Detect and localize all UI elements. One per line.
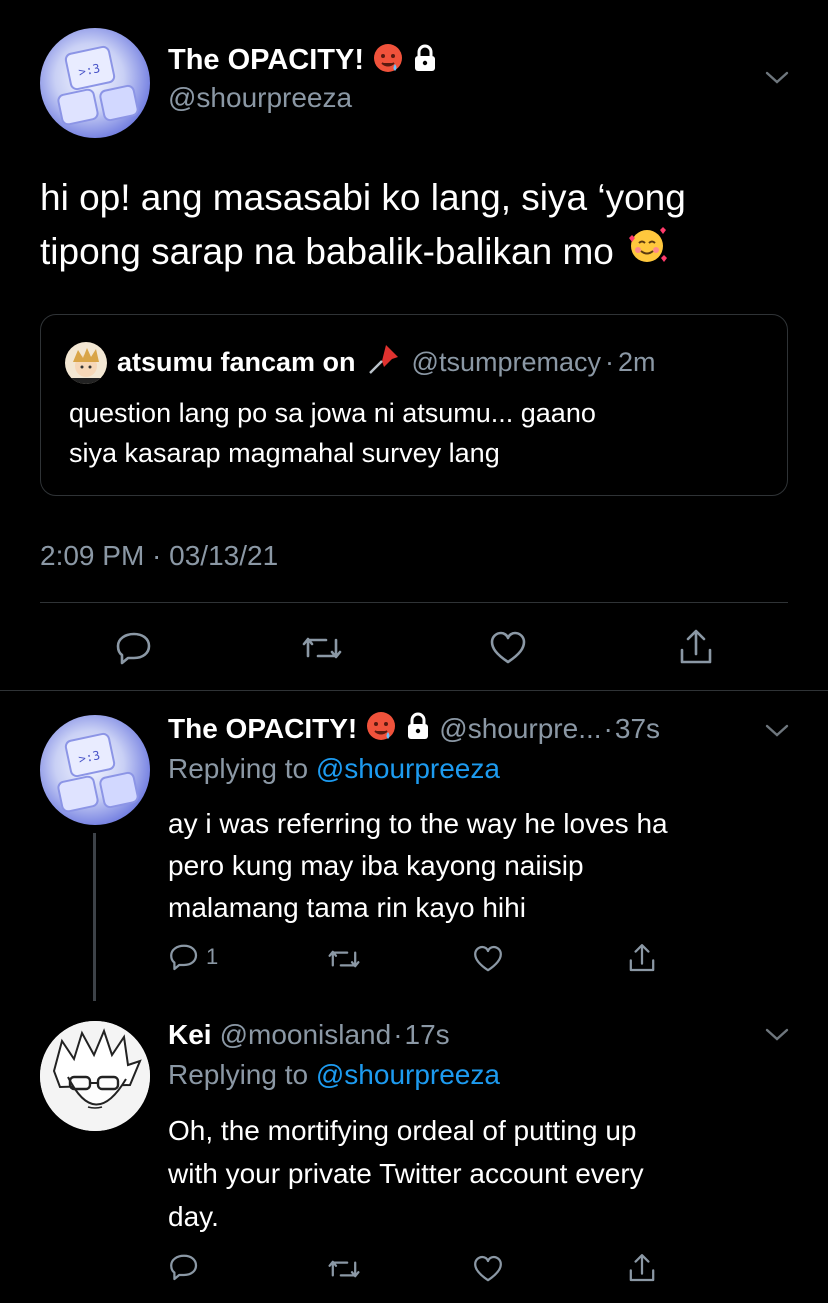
replying-to: Replying to @shourpreeza (168, 1059, 500, 1091)
quoted-tweet[interactable]: atsumu fancam on @tsumpremacy · 2m quest… (40, 314, 788, 496)
like-icon[interactable] (472, 943, 504, 975)
reply-header: Kei @moonisland · 17s (168, 1015, 450, 1055)
reply-tweet: >:3 The OPACITY! @shourpre... · 37s Repl… (0, 691, 828, 1001)
retweet-icon[interactable] (300, 628, 344, 668)
reply-tweet: Kei @moonisland · 17s Replying to @shour… (0, 1001, 828, 1303)
reply-handle[interactable]: @moonisland (220, 1019, 392, 1051)
lock-icon (405, 712, 431, 747)
author-name-row: The OPACITY! (168, 40, 438, 80)
like-icon[interactable] (472, 1253, 504, 1285)
replying-to-label: Replying to (168, 1059, 309, 1090)
tweet-timestamp[interactable]: 2:09 PM · 03/13/21 (40, 540, 278, 572)
tweet-text: hi op! ang masasabi ko lang, siya ‘yong … (40, 172, 800, 280)
tweet-text-line: hi op! ang masasabi ko lang, siya ‘yong (40, 177, 686, 218)
reply-display-name[interactable]: Kei (168, 1019, 212, 1051)
reply-text-line: with your private Twitter account every (168, 1158, 644, 1189)
retweet-icon[interactable] (326, 1253, 362, 1285)
quoted-handle[interactable]: @tsumpremacy (412, 347, 601, 378)
quoted-display-name[interactable]: atsumu fancam on (117, 347, 356, 378)
reply-icon[interactable] (168, 941, 200, 973)
reply-time: 17s (404, 1019, 450, 1050)
reply-text: Oh, the mortifying ordeal of putting up … (168, 1109, 644, 1238)
share-icon[interactable] (626, 1251, 658, 1285)
like-icon[interactable] (488, 628, 528, 668)
separator-dot: · (605, 347, 614, 377)
reply-header: The OPACITY! @shourpre... · 37s (168, 709, 660, 749)
reply-display-name[interactable]: The OPACITY! (168, 713, 357, 745)
quoted-time: 2m (618, 347, 656, 377)
quoted-avatar (65, 341, 107, 384)
reply-text-line: day. (168, 1201, 219, 1232)
pushpin-emoji (366, 341, 402, 384)
quoted-text: question lang po sa jowa ni atsumu... ga… (69, 393, 596, 473)
reply-text-line: ay i was referring to the way he loves h… (168, 808, 668, 839)
main-tweet: >:3 The OPACITY! @shourpreeza hi op! ang… (0, 0, 828, 690)
reply-handle[interactable]: @shourpre... (439, 713, 601, 745)
hot-face-emoji (372, 42, 404, 79)
reply-count: 1 (206, 944, 219, 969)
reply-avatar[interactable] (40, 1021, 150, 1131)
reply-time: 37s (614, 713, 661, 744)
share-icon[interactable] (626, 941, 658, 975)
chevron-down-icon[interactable] (764, 721, 790, 741)
reply-icon[interactable] (168, 1251, 200, 1283)
reply-text: ay i was referring to the way he loves h… (168, 803, 668, 929)
replying-to-handle[interactable]: @shourpreeza (316, 1059, 500, 1090)
thread-line (93, 833, 96, 1001)
reply-avatar[interactable]: >:3 (40, 715, 150, 825)
share-icon[interactable] (676, 626, 716, 668)
reply-action[interactable]: 1 (168, 941, 218, 973)
keyboard-avatar-image: >:3 (57, 732, 139, 813)
replying-to-label: Replying to (168, 753, 309, 784)
separator-dot: · (393, 1019, 403, 1050)
replying-to: Replying to @shourpreeza (168, 753, 500, 785)
keyboard-avatar-image: >:3 (57, 45, 139, 126)
reply-text-line: malamang tama rin kayo hihi (168, 892, 526, 923)
separator-dot: · (603, 713, 613, 744)
hot-face-emoji (365, 710, 397, 749)
tweet-text-line: tipong sarap na babalik-balikan mo (40, 231, 614, 272)
quoted-header: atsumu fancam on @tsumpremacy · 2m (65, 341, 656, 384)
reply-text-line: pero kung may iba kayong naiisip (168, 850, 584, 881)
divider (40, 602, 788, 603)
author-handle[interactable]: @shourpreeza (168, 82, 352, 114)
chevron-down-icon[interactable] (764, 1025, 790, 1045)
quoted-text-line: question lang po sa jowa ni atsumu... ga… (69, 398, 596, 428)
retweet-icon[interactable] (326, 943, 362, 975)
reply-text-line: Oh, the mortifying ordeal of putting up (168, 1115, 637, 1146)
smiling-hearts-emoji (626, 224, 668, 280)
lock-icon (412, 44, 438, 77)
kei-avatar-image (40, 1021, 150, 1131)
reply-icon[interactable] (114, 628, 154, 668)
author-display-name[interactable]: The OPACITY! (168, 44, 364, 77)
chevron-down-icon[interactable] (764, 68, 790, 88)
quoted-text-line: siya kasarap magmahal survey lang (69, 438, 500, 468)
author-avatar[interactable]: >:3 (40, 28, 150, 138)
replying-to-handle[interactable]: @shourpreeza (316, 753, 500, 784)
